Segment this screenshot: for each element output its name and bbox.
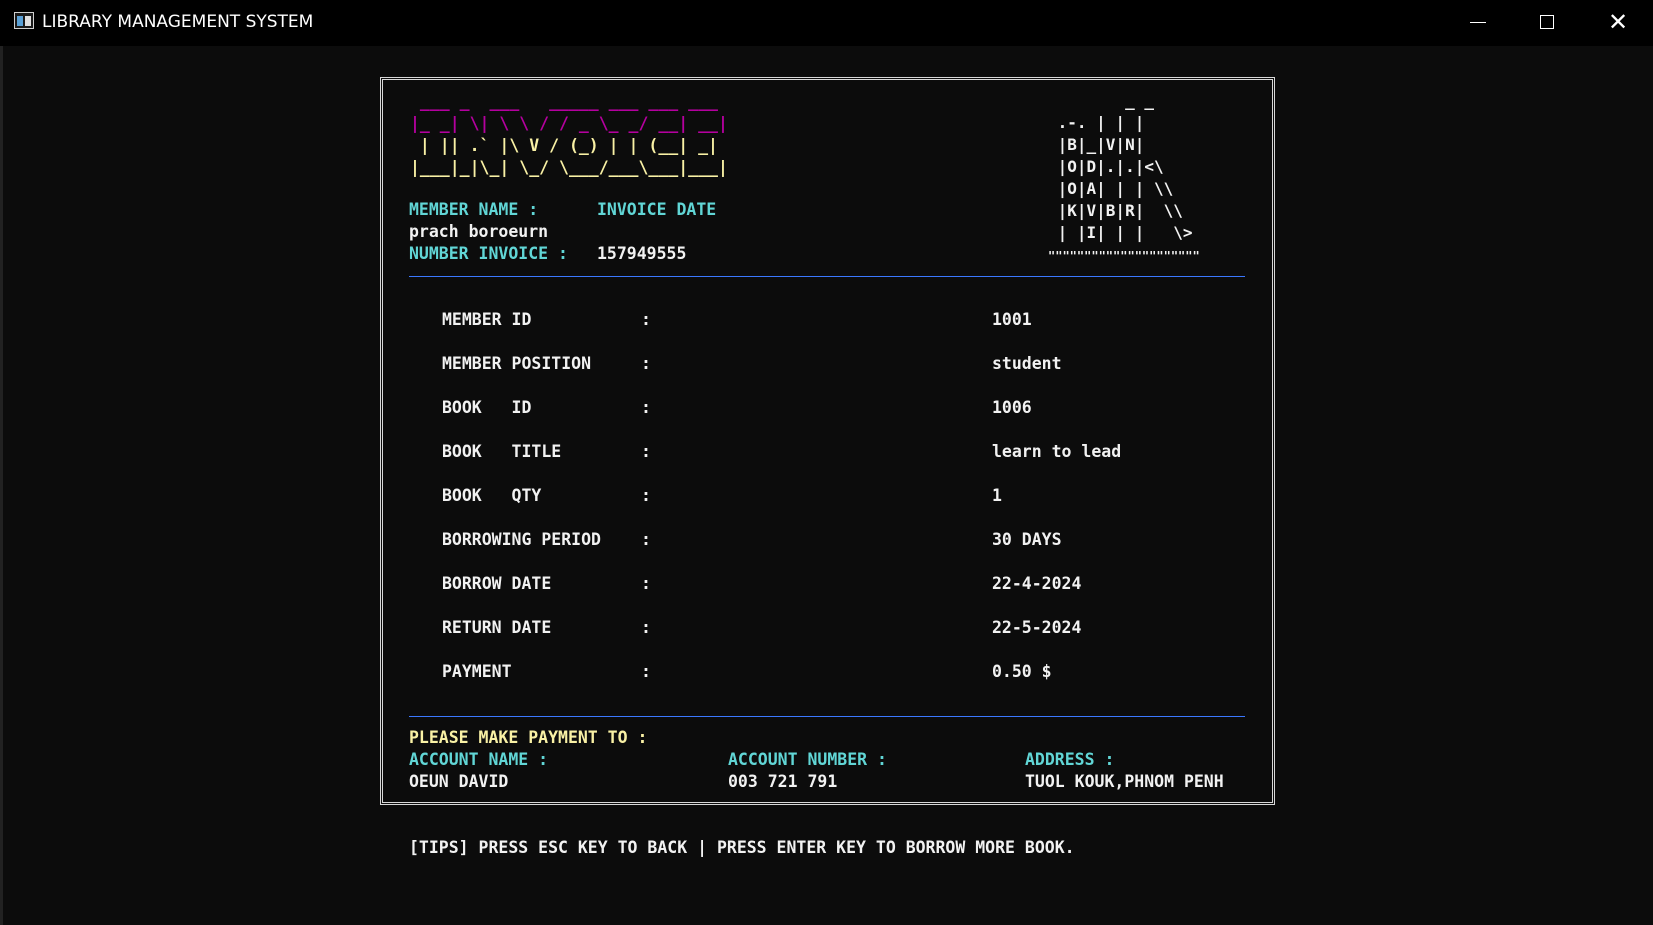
detail-label: BORROW DATE [442,574,552,593]
tips-text: [TIPS] PRESS ESC KEY TO BACK | PRESS ENT… [409,838,1075,857]
book-art-line: |K|V|B|R| \\ [1048,201,1183,220]
maximize-button[interactable] [1512,0,1582,46]
account-name-label: ACCOUNT NAME : [409,750,549,769]
detail-colon: : [641,530,651,549]
detail-value: student [992,354,1062,373]
close-icon: ✕ [1607,8,1629,36]
detail-colon: : [641,310,651,329]
detail-value: 22-5-2024 [992,618,1082,637]
detail-value: 1006 [992,398,1032,417]
window-titlebar: LIBRARY MANAGEMENT SYSTEM ✕ [0,0,1653,47]
detail-value: 30 DAYS [992,530,1062,549]
detail-label: PAYMENT [442,662,512,681]
account-number-value: 003 721 791 [728,772,838,791]
detail-label: MEMBER ID [442,310,532,329]
detail-label: BOOK QTY [442,486,542,505]
logo-line: |_ _| \| \ \ / / _ \_ _/ __| __| [410,114,728,133]
logo-line: | || .` |\ V / (_) | | (__| _| [410,136,728,155]
detail-label: BORROWING PERIOD [442,530,601,549]
account-number-label: ACCOUNT NUMBER : [728,750,887,769]
book-art-line: _ _ [1048,91,1154,110]
close-button[interactable]: ✕ [1583,0,1653,46]
account-name-value: OEUN DAVID [409,772,509,791]
book-art-line: |O|A| | | \\ [1048,179,1174,198]
logo-line: ___ _ ___ _____ ___ ___ ___ [410,92,728,111]
minimize-icon [1470,22,1486,23]
address-label: ADDRESS : [1025,750,1115,769]
logo-line: |___|_|\_| \_/ \___/___\___|___| [410,158,728,177]
window-title: LIBRARY MANAGEMENT SYSTEM [42,12,314,32]
detail-label: BOOK ID [442,398,532,417]
detail-value: learn to lead [992,442,1122,461]
window-edge [0,46,3,925]
detail-colon: : [641,354,651,373]
detail-label: BOOK TITLE [442,442,562,461]
console-app-icon [14,12,34,29]
detail-colon: : [641,486,651,505]
member-name-label: MEMBER NAME : [409,200,539,219]
books-ascii-art: _ _ .-. | | | |B|_|V|N| |O|D|.|.|<\ |O|A… [1048,90,1200,267]
footer-divider [409,716,1245,717]
book-art-line: """"""""""""""""""""" [1048,249,1200,263]
detail-value: 1 [992,486,1002,505]
book-art-line: |B|_|V|N| [1048,135,1145,154]
detail-value: 22-4-2024 [992,574,1082,593]
member-name-value: prach boroeurn [409,222,549,241]
book-art-line: .-. | | | [1048,113,1145,132]
minimize-button[interactable] [1443,0,1513,46]
address-value: TUOL KOUK,PHNOM PENH [1025,772,1224,791]
payment-heading: PLEASE MAKE PAYMENT TO : [409,728,648,747]
detail-label: MEMBER POSITION [442,354,592,373]
invoice-date-label: INVOICE DATE [597,200,717,219]
detail-label: RETURN DATE [442,618,552,637]
detail-colon: : [641,574,651,593]
detail-colon: : [641,398,651,417]
detail-colon: : [641,442,651,461]
header-divider [409,276,1245,277]
detail-colon: : [641,662,651,681]
detail-value: 1001 [992,310,1032,329]
number-invoice-label: NUMBER INVOICE : [409,244,568,263]
book-art-line: |O|D|.|.|<\ [1048,157,1164,176]
book-art-line: | |I| | | \> [1048,223,1193,242]
invoice-ascii-logo: ___ _ ___ _____ ___ ___ ___ |_ _| \| \ \… [410,91,728,179]
detail-value: 0.50 $ [992,662,1052,681]
detail-colon: : [641,618,651,637]
number-invoice-value: 157949555 [597,244,687,263]
maximize-icon [1540,15,1554,29]
